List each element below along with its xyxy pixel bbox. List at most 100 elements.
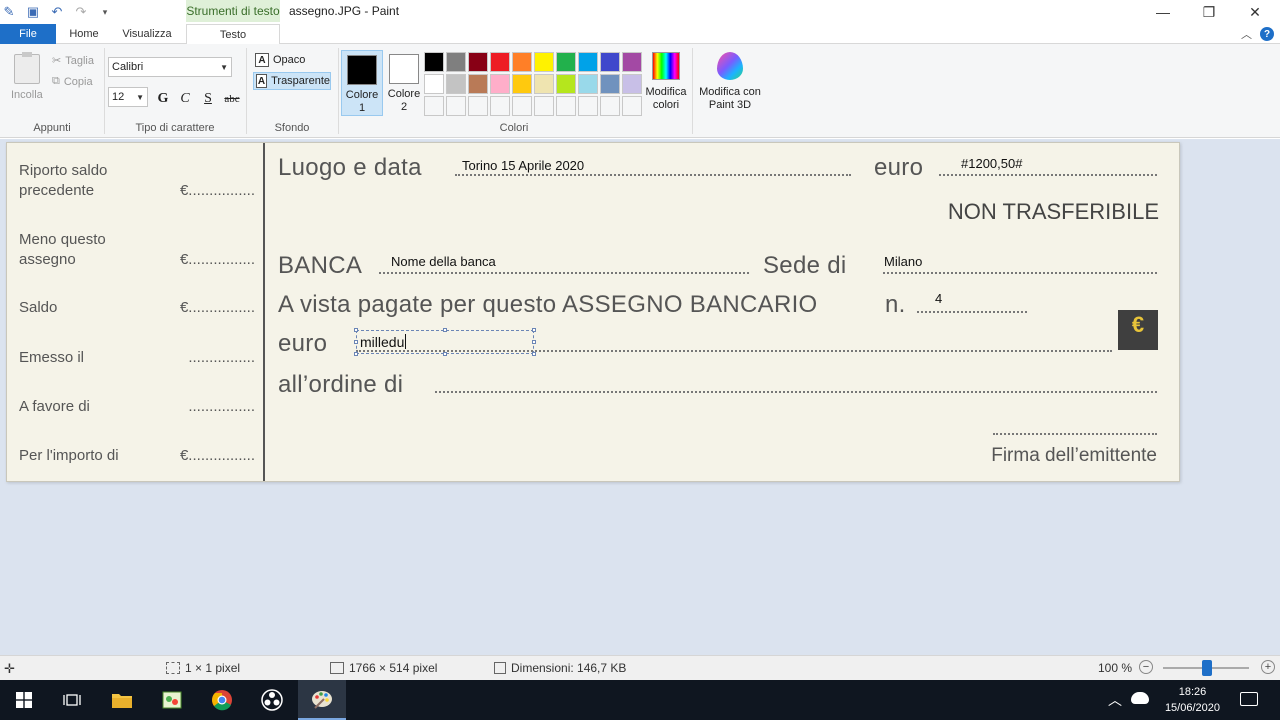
cursor-position: ✛ <box>4 661 20 677</box>
color2-button[interactable]: Colore 2 <box>383 50 425 116</box>
bank-line <box>379 272 749 274</box>
palette-swatch[interactable] <box>556 52 576 72</box>
stub-row: Meno questo assegno €................ <box>19 230 255 270</box>
palette-swatch[interactable] <box>512 74 532 94</box>
bold-button[interactable]: G <box>154 90 172 108</box>
collapse-ribbon-icon[interactable]: ︿ <box>1241 26 1252 42</box>
copy-icon: ⧉ <box>52 75 60 87</box>
save-icon[interactable]: ▣ <box>24 3 42 21</box>
minimize-button[interactable]: — <box>1140 0 1186 24</box>
paint-pinned-button[interactable] <box>148 680 196 720</box>
resize-handle[interactable] <box>354 352 358 356</box>
canvas-workspace[interactable]: Riporto saldo precedente €..............… <box>0 139 1280 655</box>
palette-swatch[interactable] <box>622 52 642 72</box>
palette-swatch[interactable] <box>424 52 444 72</box>
zoom-in-button[interactable]: + <box>1261 660 1275 674</box>
font-family-select[interactable]: Calibri ▼ <box>108 57 232 77</box>
palette-swatch[interactable] <box>512 96 532 116</box>
palette-swatch[interactable] <box>622 96 642 116</box>
resize-handle[interactable] <box>354 328 358 332</box>
palette-swatch[interactable] <box>468 74 488 94</box>
cut-button[interactable]: ✂ Taglia <box>52 54 94 68</box>
edit-colors-button[interactable]: Modifica colori <box>643 50 689 112</box>
edit-with-paint3d-button[interactable]: Modifica con Paint 3D <box>697 50 763 112</box>
paint-running-button[interactable] <box>298 680 346 720</box>
start-button[interactable] <box>0 680 48 720</box>
resize-handle[interactable] <box>443 328 447 332</box>
onedrive-cloud-icon[interactable] <box>1131 692 1149 704</box>
strikethrough-button[interactable]: abc <box>221 90 243 108</box>
show-hidden-icons-icon[interactable]: ︿ <box>1108 690 1122 710</box>
palette-swatch[interactable] <box>534 96 554 116</box>
undo-icon[interactable]: ↶ <box>48 3 66 21</box>
palette-swatch[interactable] <box>556 74 576 94</box>
italic-button[interactable]: C <box>176 90 194 108</box>
palette-swatch[interactable] <box>578 74 598 94</box>
palette-swatch[interactable] <box>490 74 510 94</box>
paste-icon[interactable] <box>14 52 40 84</box>
palette-swatch[interactable] <box>468 52 488 72</box>
paint-app-icon[interactable]: ✎ <box>0 3 18 21</box>
amount-words-label: euro <box>278 330 328 357</box>
palette-swatch[interactable] <box>446 96 466 116</box>
underline-button[interactable]: S <box>199 90 217 108</box>
palette-swatch[interactable] <box>468 96 488 116</box>
notification-center-icon[interactable] <box>1240 692 1258 706</box>
copy-label: Copia <box>63 75 93 88</box>
tab-text[interactable]: Testo <box>186 24 280 45</box>
palette-swatch[interactable] <box>490 96 510 116</box>
chrome-button[interactable] <box>198 680 246 720</box>
color1-button[interactable]: Colore 1 <box>341 50 383 116</box>
system-clock[interactable]: 18:26 15/06/2020 <box>1165 684 1220 716</box>
palette-swatch[interactable] <box>512 52 532 72</box>
tab-view[interactable]: Visualizza <box>114 24 180 44</box>
cheque-image[interactable]: Riporto saldo precedente €..............… <box>6 142 1180 482</box>
resize-handle[interactable] <box>354 340 358 344</box>
color1-label-line1: Colore <box>345 89 379 101</box>
resize-handle[interactable] <box>532 340 536 344</box>
palette-swatch[interactable] <box>534 74 554 94</box>
resize-handle[interactable] <box>443 352 447 356</box>
palette-swatch[interactable] <box>490 52 510 72</box>
zoom-out-button[interactable]: − <box>1139 660 1153 674</box>
text-input-box[interactable]: milledu <box>354 328 536 356</box>
zoom-slider-thumb[interactable] <box>1202 660 1212 676</box>
palette-swatch[interactable] <box>578 52 598 72</box>
ribbon: Incolla ✂ Taglia ⧉ Copia Appunti Calibri… <box>0 44 1280 138</box>
palette-swatch[interactable] <box>446 52 466 72</box>
text-input-value[interactable]: milledu <box>360 334 407 350</box>
palette-swatch[interactable] <box>534 52 554 72</box>
transparent-option[interactable]: A Trasparente <box>253 72 331 90</box>
color2-label-line1: Colore <box>387 88 421 100</box>
copy-button[interactable]: ⧉ Copia <box>52 75 93 88</box>
task-view-button[interactable] <box>48 680 96 720</box>
font-size-select[interactable]: 12 ▼ <box>108 87 148 107</box>
redo-icon[interactable]: ↷ <box>72 3 90 21</box>
palette-swatch[interactable] <box>446 74 466 94</box>
restore-button[interactable]: ❐ <box>1186 0 1232 24</box>
obs-button[interactable] <box>248 680 296 720</box>
tab-file[interactable]: File <box>0 24 56 44</box>
palette-swatch[interactable] <box>600 74 620 94</box>
file-explorer-button[interactable] <box>98 680 146 720</box>
resize-handle[interactable] <box>532 328 536 332</box>
palette-swatch[interactable] <box>556 96 576 116</box>
euro-label: euro <box>874 154 924 181</box>
palette-swatch[interactable] <box>424 74 444 94</box>
opaque-option[interactable]: A Opaco <box>253 51 331 69</box>
status-bar: ✛ 1 × 1 pixel 1766 × 514 pixel Dimension… <box>0 655 1280 680</box>
paste-button[interactable]: Incolla <box>11 89 43 101</box>
palette-swatch[interactable] <box>600 96 620 116</box>
help-icon[interactable]: ? <box>1260 27 1274 41</box>
customize-qat-icon[interactable]: ▾ <box>96 3 114 21</box>
palette-swatch[interactable] <box>622 74 642 94</box>
tab-home[interactable]: Home <box>58 24 110 44</box>
palette-swatch[interactable] <box>578 96 598 116</box>
clock-time: 18:26 <box>1178 686 1207 698</box>
close-button[interactable]: ✕ <box>1232 0 1278 24</box>
palette-swatch[interactable] <box>600 52 620 72</box>
color1-swatch <box>347 55 377 85</box>
paint3d-icon <box>717 52 743 80</box>
resize-handle[interactable] <box>532 352 536 356</box>
palette-swatch[interactable] <box>424 96 444 116</box>
